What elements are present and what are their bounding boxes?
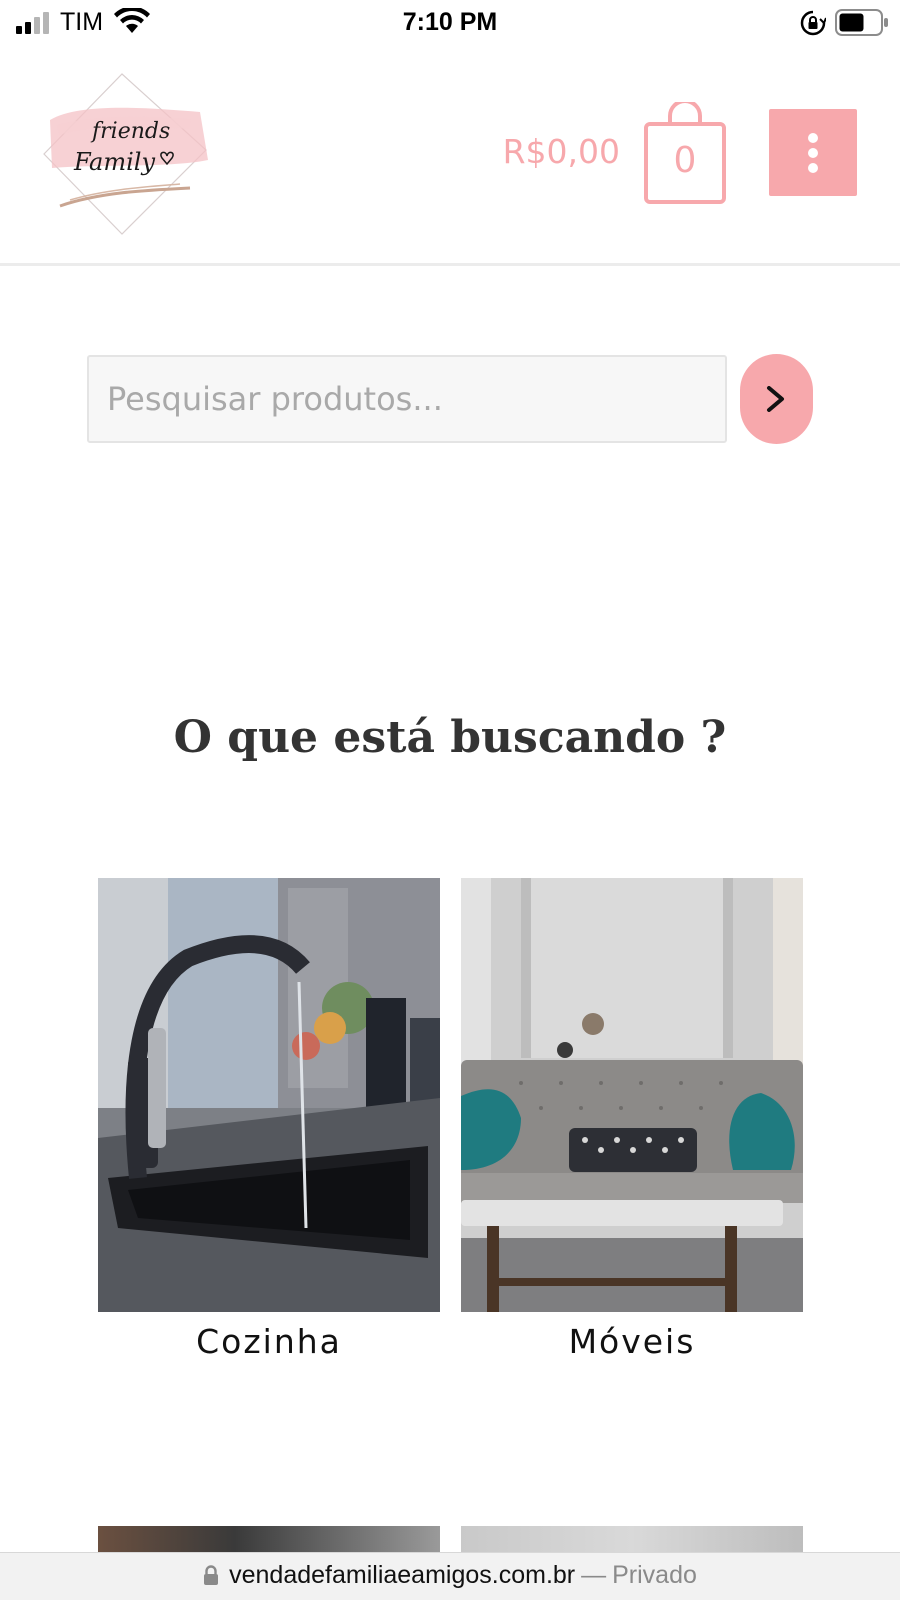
section-title: O que está buscando ?: [173, 712, 727, 763]
vertical-dots-icon: [808, 133, 818, 173]
url-domain: vendadefamiliaeamigos.com.br: [229, 1561, 576, 1589]
site-header: friends Family R$0,00 0: [0, 50, 900, 266]
browser-url-bar[interactable]: vendadefamiliaeamigos.com.br — Privado: [0, 1552, 900, 1600]
menu-button[interactable]: [769, 109, 857, 196]
logo-graphic: friends Family: [43, 73, 208, 235]
url-separator: —: [581, 1561, 607, 1589]
cart-item-count: 0: [673, 140, 697, 181]
kitchen-sink-image: [98, 878, 440, 1312]
living-room-sofa-image: [461, 878, 803, 1312]
logo-text-family: Family: [73, 148, 155, 176]
category-label[interactable]: Cozinha: [98, 1322, 440, 1361]
status-bar: TIM 7:10 PM: [0, 0, 900, 46]
site-logo[interactable]: friends Family: [40, 72, 212, 236]
furniture-photo[interactable]: [461, 878, 803, 1312]
rotation-lock-icon: [800, 10, 826, 36]
private-mode-label: Privado: [612, 1561, 697, 1589]
category-tile-kitchen[interactable]: Cozinha: [98, 878, 440, 1361]
battery-icon: [835, 9, 888, 36]
search-submit-button[interactable]: [740, 354, 813, 444]
chevron-right-icon: [767, 386, 784, 412]
url-display[interactable]: vendadefamiliaeamigos.com.br — Privado: [0, 1561, 900, 1590]
kitchen-photo[interactable]: [98, 878, 440, 1312]
cart-total[interactable]: R$0,00: [470, 132, 620, 171]
lock-icon: [204, 1565, 219, 1585]
status-time: 7:10 PM: [402, 8, 498, 36]
category-tile-furniture[interactable]: Móveis: [461, 878, 803, 1361]
search-input[interactable]: [87, 355, 727, 443]
category-label[interactable]: Móveis: [461, 1322, 803, 1361]
logo-text-friends: friends: [90, 119, 170, 144]
